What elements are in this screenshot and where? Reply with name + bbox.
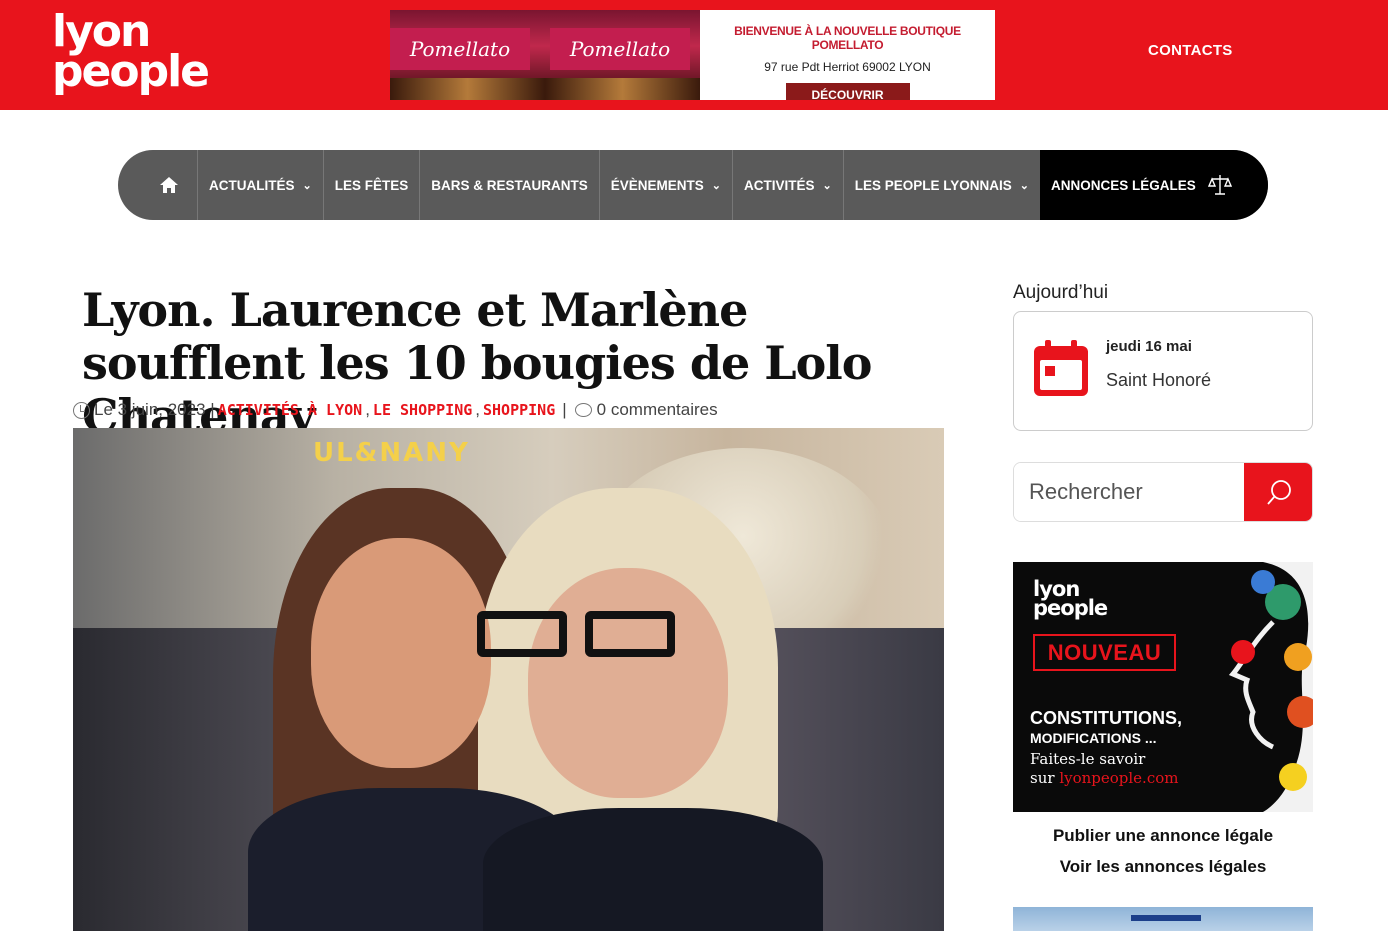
ad-logo: lyon people bbox=[1033, 579, 1108, 620]
ad-subheadline: MODIFICATIONS ... bbox=[1030, 730, 1157, 746]
search-input[interactable] bbox=[1014, 463, 1244, 521]
banner-photo: Pomellato Pomellato bbox=[390, 10, 700, 100]
banner-storefront bbox=[390, 78, 700, 100]
nav-item-label: ACTUALITÉS bbox=[209, 177, 295, 193]
meta-separator: | bbox=[562, 400, 567, 419]
photo-person-left-face bbox=[311, 538, 491, 768]
main-nav: ACTUALITÉS ⌄ LES FÊTES BARS & RESTAURANT… bbox=[118, 150, 1268, 220]
top-header: lyon people Pomellato Pomellato BIENVENU… bbox=[0, 0, 1388, 110]
nav-items: ACTUALITÉS ⌄ LES FÊTES BARS & RESTAURANT… bbox=[141, 150, 1040, 220]
header-ad-banner[interactable]: Pomellato Pomellato BIENVENUE À LA NOUVE… bbox=[390, 10, 995, 100]
search-button[interactable] bbox=[1244, 463, 1312, 521]
calendar-icon bbox=[1034, 340, 1088, 396]
home-icon bbox=[160, 177, 178, 193]
article-photo: UL&NANY bbox=[73, 428, 944, 931]
nav-item-label: ACTIVITÉS bbox=[744, 177, 815, 193]
nav-item-activites[interactable]: ACTIVITÉS ⌄ bbox=[732, 150, 843, 220]
nav-item-label: LES FÊTES bbox=[334, 177, 409, 193]
category-link[interactable]: Activités à Lyon bbox=[218, 401, 363, 419]
photo-glasses bbox=[477, 611, 675, 657]
search-form bbox=[1013, 462, 1313, 522]
photo-person-right-jacket bbox=[483, 808, 823, 931]
nav-item-label: LES PEOPLE LYONNAIS bbox=[854, 177, 1012, 193]
ad-site-prefix: sur bbox=[1030, 769, 1055, 787]
article-date: Le 3 juin, 2023 | bbox=[94, 400, 215, 419]
sidebar-ad-2[interactable] bbox=[1013, 907, 1313, 931]
nav-item-label: ANNONCES LÉGALES bbox=[1051, 177, 1196, 193]
today-card: jeudi 16 mai Saint Honoré bbox=[1013, 311, 1313, 431]
nav-item-actualites[interactable]: ACTUALITÉS ⌄ bbox=[197, 150, 323, 220]
ad-face-illustration bbox=[1228, 562, 1313, 812]
ad-site-name: lyonpeople.com bbox=[1059, 769, 1179, 787]
category-separator: , bbox=[475, 400, 480, 419]
nav-item-label: ÉVÈNEMENTS bbox=[610, 177, 704, 193]
sidebar-ad-legal-notices[interactable]: lyon people NOUVEAU CONSTITUTIONS, MODIF… bbox=[1013, 562, 1313, 812]
today-saint: Saint Honoré bbox=[1106, 370, 1212, 390]
category-link[interactable]: Shopping bbox=[483, 401, 555, 419]
banner-address: 97 rue Pdt Herriot 69002 LYON bbox=[764, 60, 931, 74]
logo-line-2: people bbox=[52, 46, 210, 97]
ad-new-badge: NOUVEAU bbox=[1033, 634, 1176, 671]
clock-icon bbox=[73, 401, 90, 419]
banner-text: BIENVENUE À LA NOUVELLE BOUTIQUE POMELLA… bbox=[700, 10, 995, 100]
banner-awning-left: Pomellato bbox=[390, 28, 530, 70]
today-date: jeudi 16 mai bbox=[1106, 338, 1192, 355]
comments-link[interactable]: 0 commentaires bbox=[597, 400, 718, 420]
site-logo[interactable]: lyon people bbox=[52, 10, 210, 97]
contacts-link[interactable]: CONTACTS bbox=[1148, 42, 1233, 59]
nav-item-people-lyonnais[interactable]: LES PEOPLE LYONNAIS ⌄ bbox=[842, 150, 1040, 220]
chevron-down-icon: ⌄ bbox=[302, 179, 312, 192]
ad-tagline: Faites-le savoir bbox=[1030, 750, 1146, 768]
banner-discover-button[interactable]: DÉCOUVRIR bbox=[785, 83, 910, 100]
nav-item-bars-restaurants[interactable]: BARS & RESTAURANTS bbox=[419, 150, 599, 220]
chevron-down-icon: ⌄ bbox=[1019, 179, 1029, 192]
scales-icon bbox=[1207, 175, 1232, 195]
ad-logo-line-2: people bbox=[1033, 596, 1108, 620]
nav-item-label: BARS & RESTAURANTS bbox=[431, 177, 588, 193]
article-meta: Le 3 juin, 2023 | Activités à Lyon, Le S… bbox=[73, 400, 718, 420]
nav-item-annonces-legales[interactable]: ANNONCES LÉGALES bbox=[1040, 150, 1268, 220]
ad-headline: CONSTITUTIONS, bbox=[1030, 708, 1182, 728]
category-separator: , bbox=[365, 400, 370, 419]
nav-home[interactable] bbox=[141, 150, 197, 220]
nav-item-les-fetes[interactable]: LES FÊTES bbox=[322, 150, 420, 220]
view-legal-notices-link[interactable]: Voir les annonces légales bbox=[1013, 857, 1313, 877]
photo-shop-sign: UL&NANY bbox=[313, 438, 470, 468]
today-heading: Aujourd’hui bbox=[1013, 282, 1109, 303]
category-link[interactable]: Le Shopping bbox=[373, 401, 472, 419]
banner-title: BIENVENUE À LA NOUVELLE BOUTIQUE POMELLA… bbox=[734, 24, 961, 52]
banner-awning-right: Pomellato bbox=[550, 28, 690, 70]
ad2-logo bbox=[1131, 915, 1201, 931]
comment-icon bbox=[574, 403, 592, 417]
search-icon bbox=[1267, 480, 1291, 505]
chevron-down-icon: ⌄ bbox=[711, 179, 721, 192]
chevron-down-icon: ⌄ bbox=[822, 179, 832, 192]
photo-person-right-face bbox=[528, 568, 728, 798]
publish-legal-notice-link[interactable]: Publier une annonce légale bbox=[1013, 826, 1313, 846]
ad-site-line: sur lyonpeople.com bbox=[1030, 769, 1179, 787]
nav-item-evenements[interactable]: ÉVÈNEMENTS ⌄ bbox=[598, 150, 732, 220]
